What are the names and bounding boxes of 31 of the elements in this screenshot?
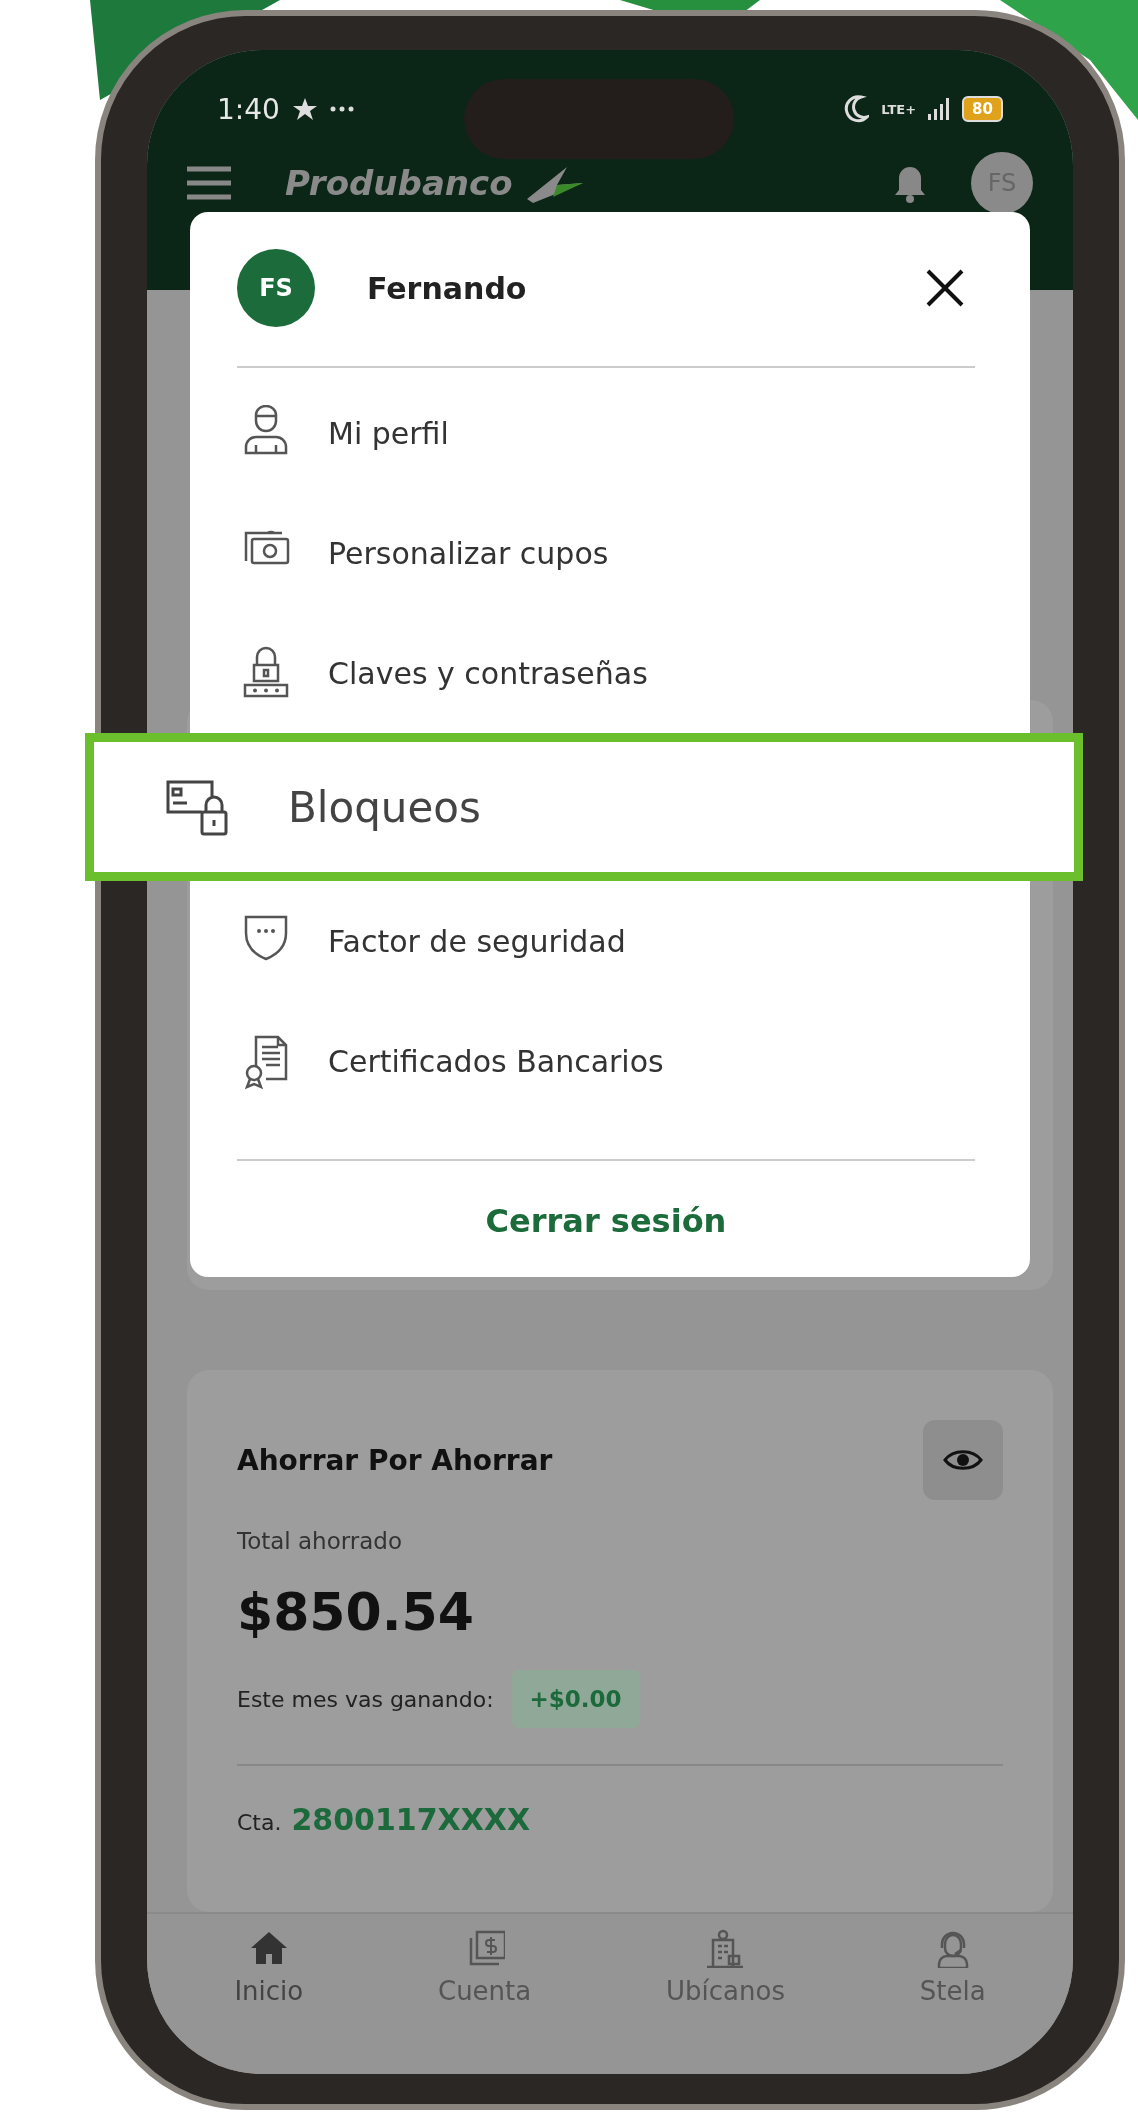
total-label: Total ahorrado xyxy=(237,1528,404,1554)
balance-amount: $850.54 xyxy=(237,1582,475,1642)
highlighted-menu-item[interactable]: Bloqueos xyxy=(85,733,1083,881)
account-number: 2800117XXXX xyxy=(291,1802,531,1837)
close-icon[interactable] xyxy=(925,268,965,308)
menu-item[interactable]: Mi perfil xyxy=(237,373,975,493)
moon-icon xyxy=(843,95,870,123)
certificate-icon xyxy=(242,1033,290,1089)
user-name: Fernando xyxy=(367,270,528,306)
star-icon xyxy=(291,97,318,121)
monthly-gain-label: Este mes vas ganando: xyxy=(237,1686,494,1712)
show-balance-button[interactable] xyxy=(923,1420,1003,1500)
logo-text: Produbanco xyxy=(285,163,513,203)
avatar: FS xyxy=(237,249,315,327)
monthly-gain-value: +$0.00 xyxy=(511,1670,640,1728)
logout-link[interactable]: Cerrar sesión xyxy=(479,1201,733,1241)
account-label: Cta. xyxy=(237,1810,282,1835)
menu-icon[interactable] xyxy=(187,166,231,200)
eye-icon xyxy=(943,1447,983,1473)
battery-level: 80 xyxy=(962,96,1003,122)
card-padlock-icon xyxy=(164,778,228,836)
menu-item[interactable]: Claves y contraseñas xyxy=(237,613,975,733)
menu-item[interactable]: Personalizar cupos xyxy=(237,493,975,613)
menu-item[interactable]: Certificados Bancarios xyxy=(237,1001,975,1121)
signal-icon xyxy=(928,98,951,120)
card-title: Ahorrar Por Ahorrar xyxy=(237,1443,553,1477)
status-time: 1:40 xyxy=(217,92,280,126)
network-label: LTE+ xyxy=(881,101,917,117)
menu-item[interactable]: Factor de seguridad xyxy=(237,881,975,1001)
building-icon xyxy=(705,1928,746,1968)
more-dots-icon xyxy=(329,105,354,113)
